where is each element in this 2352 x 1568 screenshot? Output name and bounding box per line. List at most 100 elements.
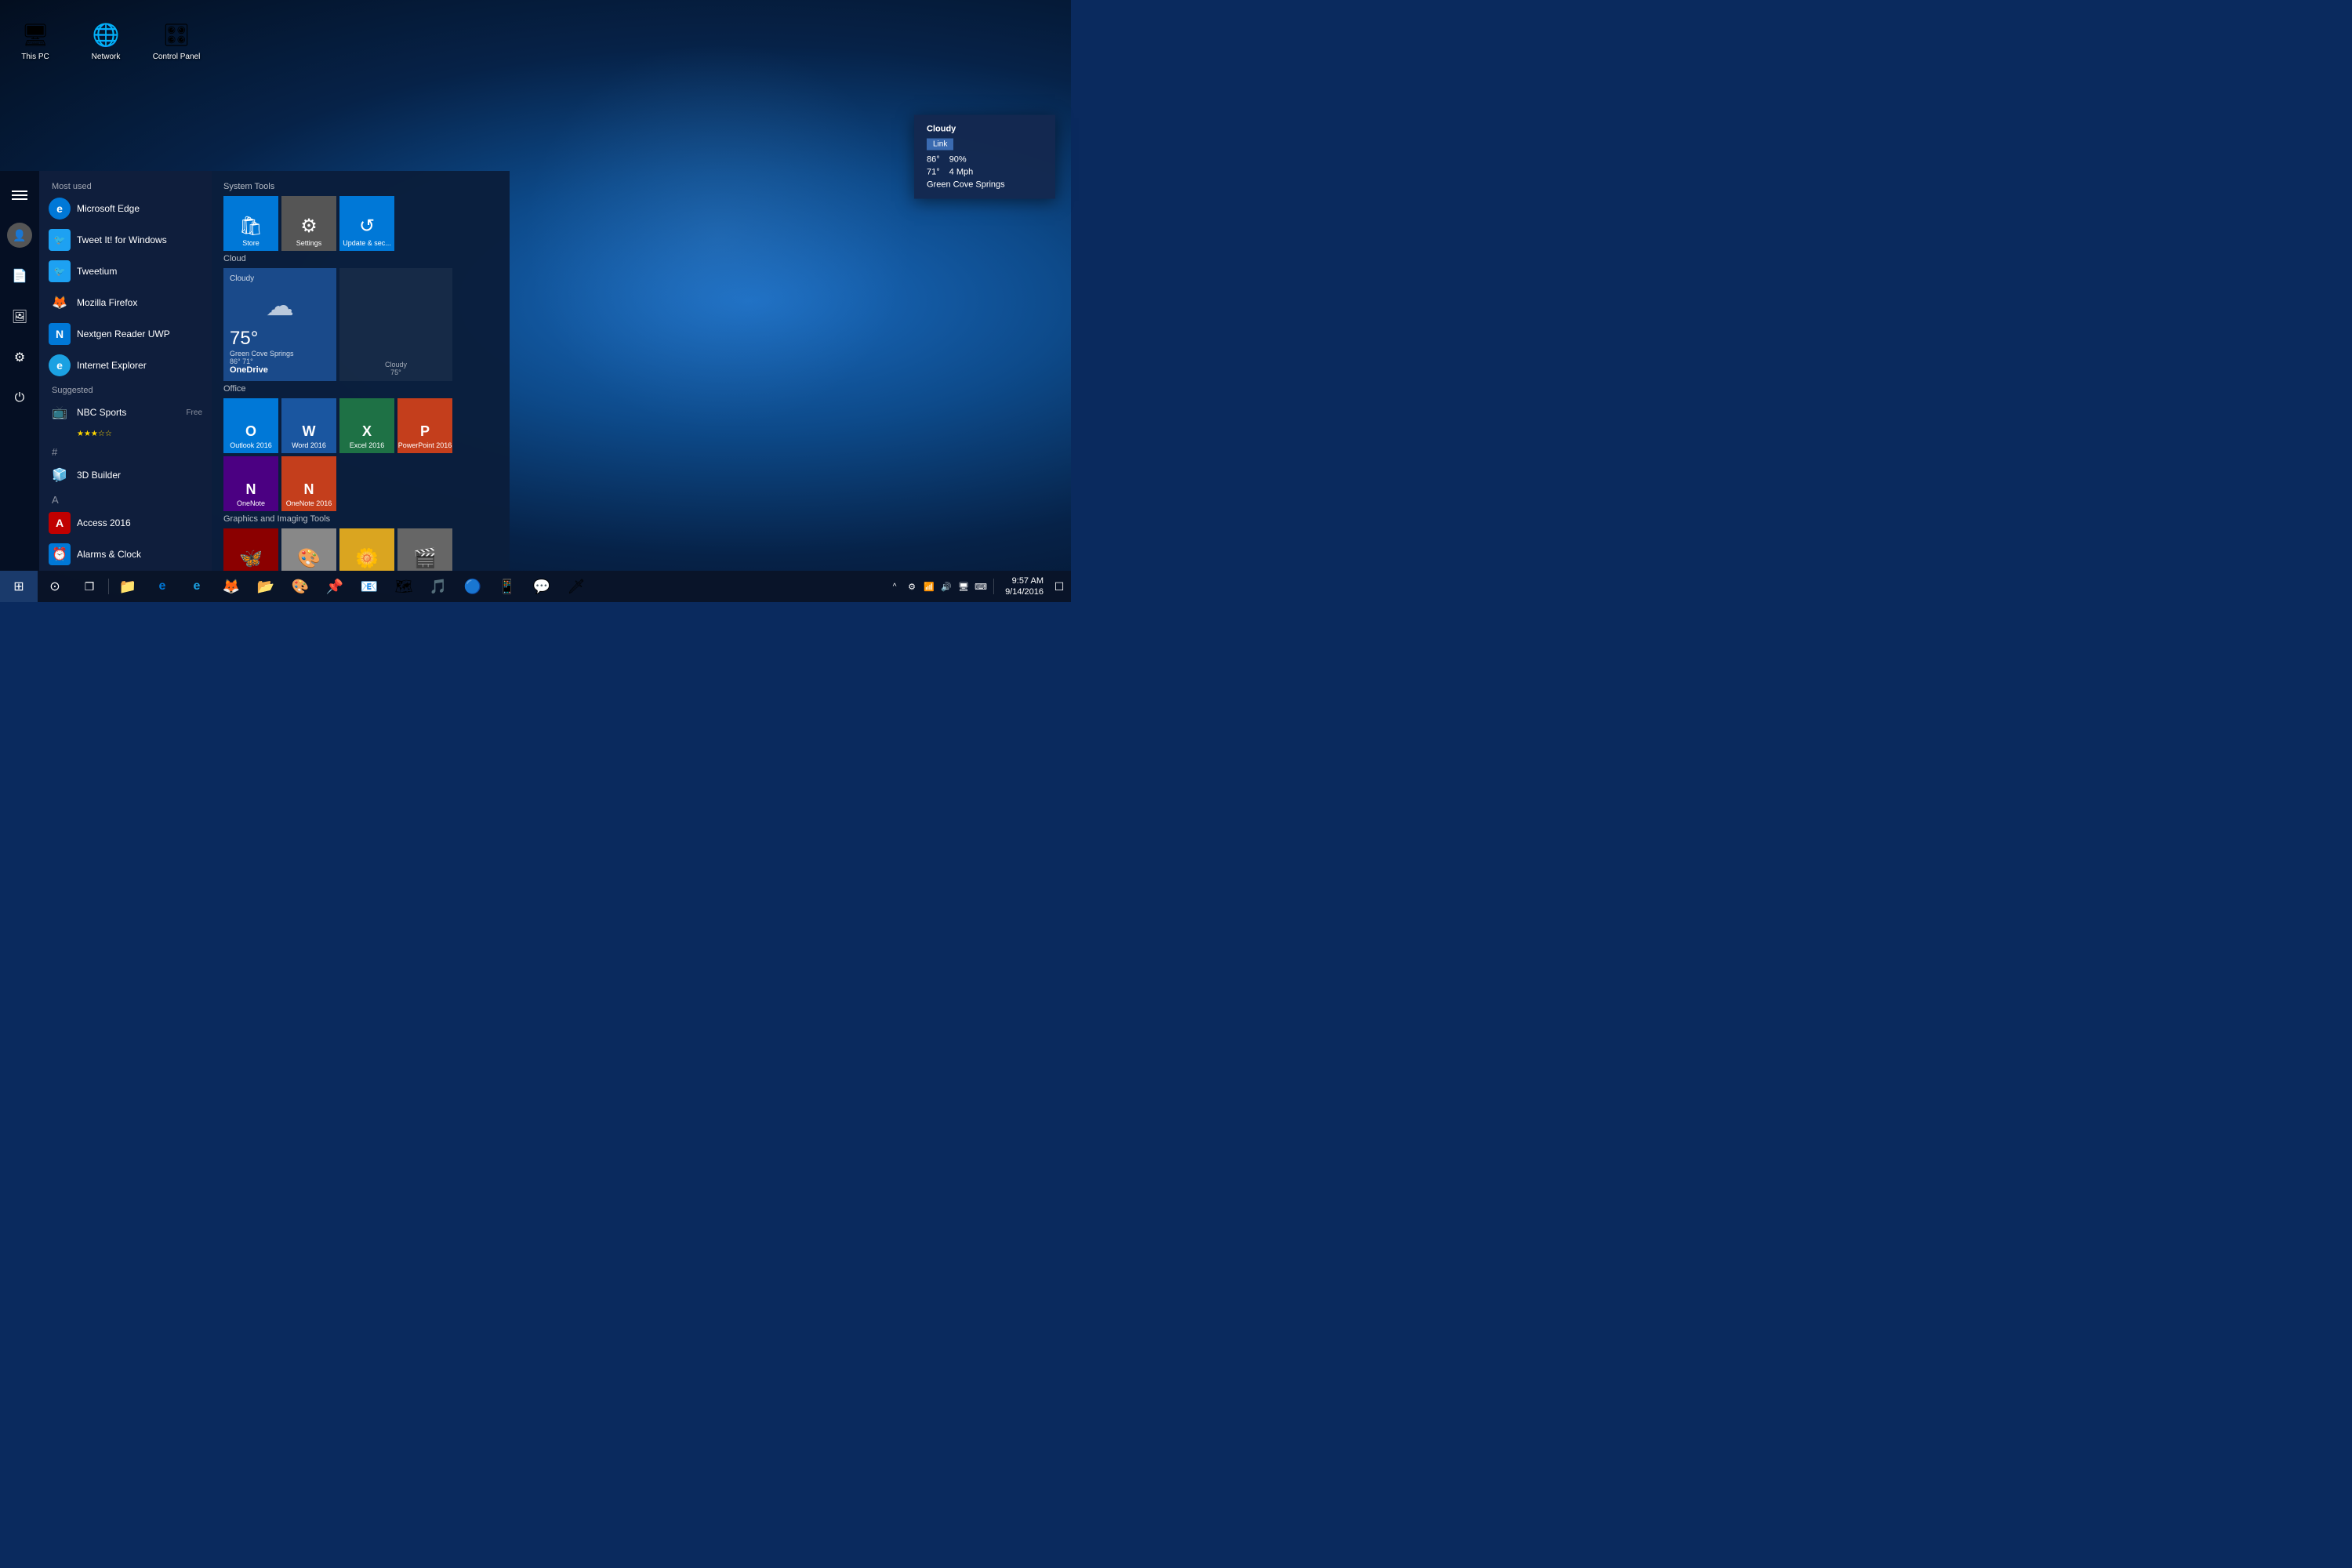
tray-divider (993, 579, 994, 594)
settings-tile-icon: ⚙ (300, 215, 318, 238)
taskbar-phone-icon: 📱 (499, 579, 516, 595)
hamburger-button[interactable] (1, 179, 38, 212)
onenote2016-icon: N (304, 481, 314, 498)
taskbar-maps[interactable]: 🗺 (387, 571, 421, 602)
nextgen-icon: N (49, 323, 71, 345)
tooltip-title: Cloudy (927, 125, 1043, 134)
app-alarms[interactable]: ⏰ Alarms & Clock (39, 539, 212, 570)
tray-notification[interactable]: ☐ (1051, 571, 1067, 602)
excel-icon: X (362, 423, 372, 440)
network-icon: 🌐 (90, 19, 122, 50)
app-edge[interactable]: e Microsoft Edge (39, 193, 212, 224)
store-label: Store (242, 239, 260, 248)
weather-condition2: Cloudy (385, 361, 407, 368)
taskbar-file-explorer[interactable]: 📁 (111, 571, 145, 602)
app-access[interactable]: A Access 2016 (39, 507, 212, 539)
office-label: Office (223, 384, 498, 394)
settings-left-icon[interactable]: ⚙ (2, 340, 37, 375)
tray-display[interactable]: 🖥 (956, 571, 971, 602)
network-label: Network (92, 53, 121, 61)
app-tweetium[interactable]: 🐦 Tweetium (39, 256, 212, 287)
tile-word[interactable]: W Word 2016 (281, 398, 336, 453)
onenote-label: OneNote (237, 499, 265, 508)
tray-settings[interactable]: ⚙ (904, 571, 920, 602)
tray-volume[interactable]: 🔊 (938, 571, 954, 602)
tile-paintnet[interactable]: 🎨 paint.net (281, 528, 336, 571)
word-label: Word 2016 (292, 441, 326, 450)
taskbar-sword[interactable]: 🗡 (559, 571, 593, 602)
desktop-icon-this-pc[interactable]: 🖥 This PC (8, 16, 63, 64)
irfanview-icon: 🦋 (239, 547, 263, 570)
firefox-icon: 🦊 (49, 292, 71, 314)
user-avatar[interactable]: 👤 (2, 218, 37, 252)
system-tray: ^ ⚙ 📶 🔊 🖥 ⌨ 9:57 AM 9/14/2016 ☐ (887, 571, 1071, 602)
taskbar-paint[interactable]: 🎨 (283, 571, 318, 602)
clock-date: 9/14/2016 (1005, 586, 1044, 597)
app-amazon[interactable]: 📦 Amazon (39, 570, 212, 571)
taskbar-circle-app[interactable]: 🔵 (456, 571, 490, 602)
tile-settings[interactable]: ⚙ Settings (281, 196, 336, 251)
tile-update[interactable]: ↺ Update & sec... (339, 196, 394, 251)
store-icon: 🛍 (239, 215, 263, 238)
taskbar-edge[interactable]: e (145, 571, 180, 602)
taskbar-music[interactable]: 🎵 (421, 571, 456, 602)
tile-store[interactable]: 🛍 Store (223, 196, 278, 251)
documents-icon[interactable]: 📄 (2, 259, 37, 293)
office-row1: O Outlook 2016 W Word 2016 X Excel 2016 … (223, 398, 498, 453)
tooltip-wind: 4 Mph (949, 168, 974, 177)
tile-movie-maker[interactable]: 🎬 Movie Maker (397, 528, 452, 571)
start-button[interactable]: ⊞ (0, 571, 38, 602)
desktop-icon-control-panel[interactable]: 🎛 Control Panel (149, 16, 204, 64)
taskbar-skype[interactable]: 💬 (524, 571, 559, 602)
taskbar-ie[interactable]: e (180, 571, 214, 602)
weather-temp2: 75° (385, 368, 407, 376)
app-nbc[interactable]: 📺 NBC Sports Free ★★★☆☆ (39, 397, 212, 443)
app-tweetit[interactable]: 🐦 Tweet It! for Windows (39, 224, 212, 256)
edge-icon: e (49, 198, 71, 220)
taskbar-explorer2[interactable]: 📂 (249, 571, 283, 602)
power-icon[interactable]: ⏻ (2, 381, 37, 416)
photos-icon[interactable]: 🖼 (2, 299, 37, 334)
tray-network[interactable]: 📶 (921, 571, 937, 602)
start-windows-icon: ⊞ (13, 579, 24, 594)
desktop: 🖥 This PC 🌐 Network 🎛 Control Panel 👤 (0, 0, 1071, 602)
update-icon: ↺ (359, 215, 375, 238)
desktop-icon-network[interactable]: 🌐 Network (78, 16, 133, 64)
onedrive-high-low: 86° 71° (230, 358, 330, 365)
taskbar-task-view[interactable]: ❐ (72, 571, 107, 602)
onedrive-low: 71° (242, 358, 253, 365)
app-3dbuilder[interactable]: 🧊 3D Builder (39, 459, 212, 491)
tile-onenote[interactable]: N OneNote (223, 456, 278, 511)
app-firefox[interactable]: 🦊 Mozilla Firefox (39, 287, 212, 318)
app-ie[interactable]: e Internet Explorer (39, 350, 212, 381)
access-icon: A (49, 512, 71, 534)
tile-photo-gallery[interactable]: 🌼 Photo Gallery (339, 528, 394, 571)
tile-outlook[interactable]: O Outlook 2016 (223, 398, 278, 453)
taskbar-phone[interactable]: 📱 (490, 571, 524, 602)
tile-onedrive[interactable]: Cloudy ☁ 75° Green Cove Springs 86° 71° … (223, 268, 336, 381)
tooltip-location: Green Cove Springs (927, 180, 1043, 190)
system-tools-label: System Tools (223, 182, 498, 191)
powerpoint-label: PowerPoint 2016 (398, 441, 452, 450)
tile-irfanview[interactable]: 🦋 IrfanView 64 4.42 (223, 528, 278, 571)
taskbar-pin1[interactable]: 📌 (318, 571, 352, 602)
system-clock[interactable]: 9:57 AM 9/14/2016 (999, 575, 1050, 598)
tray-show-hidden[interactable]: ^ (887, 571, 902, 602)
movie-maker-icon: 🎬 (413, 547, 437, 570)
tile-excel[interactable]: X Excel 2016 (339, 398, 394, 453)
onedrive-label: OneDrive (230, 365, 330, 375)
paintnet-icon: 🎨 (297, 547, 321, 570)
tray-keyboard[interactable]: ⌨ (973, 571, 989, 602)
system-tools-row: 🛍 Store ⚙ Settings ↺ Update & sec... (223, 196, 498, 251)
tile-powerpoint[interactable]: P PowerPoint 2016 (397, 398, 452, 453)
link-button[interactable]: Link (927, 139, 953, 151)
tile-onenote2016[interactable]: N OneNote 2016 (281, 456, 336, 511)
tweetium-icon: 🐦 (49, 260, 71, 282)
taskbar-mail[interactable]: 📧 (352, 571, 387, 602)
taskbar-firefox[interactable]: 🦊 (214, 571, 249, 602)
tile-onedrive-weather-extra: Cloudy 75° (339, 268, 452, 381)
taskbar-search-button[interactable]: ⊙ (38, 571, 72, 602)
taskbar-explorer2-icon: 📂 (257, 579, 274, 595)
app-nextgen[interactable]: N Nextgen Reader UWP (39, 318, 212, 350)
tooltip-details: 71° 4 Mph (927, 168, 1043, 177)
